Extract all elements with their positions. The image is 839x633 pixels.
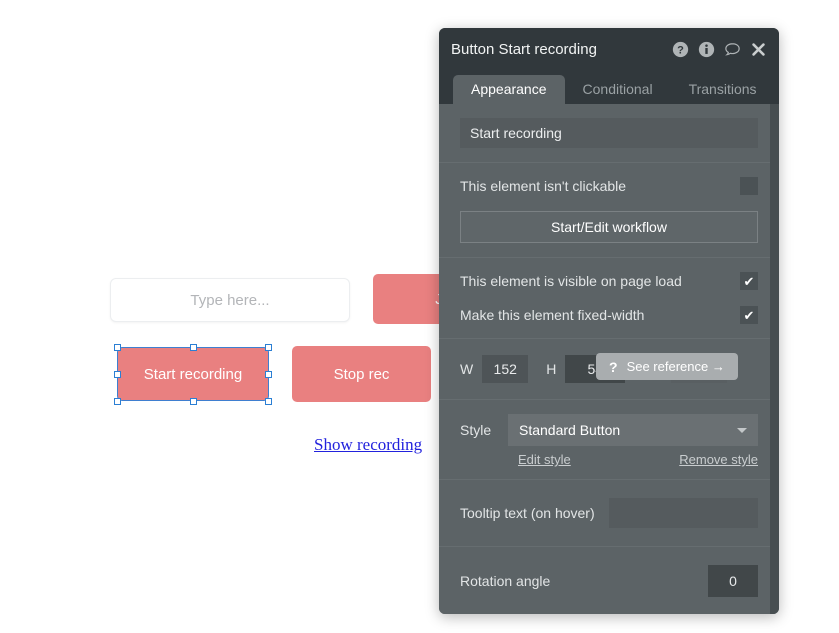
text-input-placeholder: Type here...: [190, 291, 270, 309]
panel-title: Button Start recording: [451, 40, 597, 58]
selection-handle-middle-left[interactable]: [114, 371, 121, 378]
visibility-section: This element is visible on page load ✔ M…: [439, 258, 779, 338]
fixed-width-label: Make this element fixed-width: [460, 307, 645, 323]
rotation-section: Rotation angle 0: [439, 547, 779, 614]
tab-transitions[interactable]: Transitions: [671, 75, 775, 104]
selection-handle-bottom-center[interactable]: [189, 398, 197, 405]
show-recording-link[interactable]: Show recording: [314, 435, 422, 455]
remove-style-link[interactable]: Remove style: [679, 452, 758, 467]
comment-icon[interactable]: [724, 41, 741, 58]
svg-text:?: ?: [677, 44, 684, 56]
panel-header: Button Start recording ?: [439, 28, 779, 70]
dimensions-section: W 152 H 54 11 ? See reference →: [439, 339, 779, 399]
stop-rec-button-label: Stop rec: [333, 365, 390, 383]
close-icon[interactable]: [750, 41, 767, 58]
style-select-value: Standard Button: [519, 422, 621, 438]
start-recording-button-label: Start recording: [143, 365, 243, 383]
tooltip-help-icon: ?: [609, 358, 618, 375]
see-reference-tooltip[interactable]: ? See reference →: [596, 353, 738, 380]
selection-handle-top-right[interactable]: [265, 344, 272, 351]
style-label: Style: [460, 422, 492, 438]
help-icon[interactable]: ?: [672, 41, 689, 58]
tooltip-text-input[interactable]: [608, 498, 758, 528]
style-select[interactable]: Standard Button: [508, 414, 758, 446]
fixed-width-row: Make this element fixed-width ✔: [460, 306, 758, 324]
clickable-row: This element isn't clickable ✔: [460, 177, 758, 195]
selection-handle-top-left[interactable]: [114, 344, 121, 351]
selection-handle-bottom-left[interactable]: [114, 398, 121, 405]
visible-on-load-checkbox[interactable]: ✔: [740, 272, 758, 290]
rotation-angle-input[interactable]: 0: [708, 565, 758, 597]
stop-rec-button[interactable]: Stop rec: [292, 346, 431, 402]
tooltip-text-label: Tooltip text (on hover): [460, 505, 595, 521]
tab-appearance[interactable]: Appearance: [453, 75, 565, 104]
clickable-label: This element isn't clickable: [460, 178, 627, 194]
clickable-section: This element isn't clickable ✔ Start/Edi…: [439, 163, 779, 257]
style-row: Style Standard Button: [460, 414, 758, 446]
style-links-row: Edit style Remove style: [460, 452, 758, 467]
element-property-panel: Button Start recording ? Appearance Cond…: [439, 28, 779, 614]
panel-body: Start recording This element isn't click…: [439, 104, 779, 614]
width-label: W: [460, 361, 474, 377]
tab-conditional[interactable]: Conditional: [565, 75, 671, 104]
tooltip-section: Tooltip text (on hover): [439, 480, 779, 546]
start-edit-workflow-button[interactable]: Start/Edit workflow: [460, 211, 758, 243]
height-label: H: [546, 361, 557, 377]
selection-handle-middle-right[interactable]: [265, 371, 272, 378]
rotation-row: Rotation angle 0: [460, 565, 758, 597]
info-icon[interactable]: [698, 41, 715, 58]
selection-handle-top-center[interactable]: [189, 344, 197, 351]
panel-header-icons: ?: [672, 41, 767, 58]
caption-row: Start recording: [439, 104, 779, 162]
tooltip-text-row: Tooltip text (on hover): [460, 498, 758, 528]
selection-handle-bottom-right[interactable]: [265, 398, 272, 405]
start-edit-workflow-label: Start/Edit workflow: [551, 219, 667, 235]
panel-tabs: Appearance Conditional Transitions: [439, 70, 779, 104]
clickable-checkbox[interactable]: ✔: [740, 177, 758, 195]
start-recording-button[interactable]: Start recording: [117, 347, 269, 401]
caption-input[interactable]: Start recording: [460, 118, 758, 148]
visible-on-load-row: This element is visible on page load ✔: [460, 272, 758, 290]
see-reference-label: See reference →: [626, 359, 725, 374]
visible-on-load-label: This element is visible on page load: [460, 273, 682, 289]
text-input[interactable]: Type here...: [110, 278, 350, 322]
edit-style-link[interactable]: Edit style: [518, 452, 571, 467]
rotation-angle-label: Rotation angle: [460, 573, 551, 589]
style-section: Style Standard Button Edit style Remove …: [439, 400, 779, 479]
width-input[interactable]: 152: [482, 355, 529, 383]
fixed-width-checkbox[interactable]: ✔: [740, 306, 758, 324]
chevron-down-icon: [737, 428, 747, 433]
